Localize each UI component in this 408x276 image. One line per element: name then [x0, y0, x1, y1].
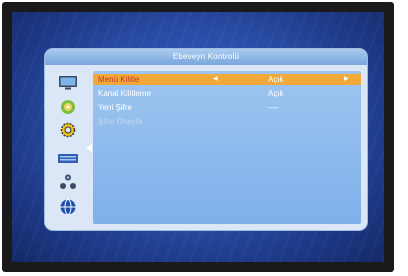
- tv-frame: Ebeveyn Kontrolü Menü Kilitle ◀ Açık ▶ K…: [2, 2, 394, 272]
- keyboard-icon[interactable]: [57, 150, 79, 166]
- new-password-value: ----: [268, 103, 279, 112]
- selection-pointer-icon: [86, 144, 92, 152]
- tv-icon[interactable]: [57, 75, 79, 91]
- channel-lock-label: Kanal Kilitleme: [98, 89, 151, 98]
- gear-icon[interactable]: [57, 122, 79, 138]
- disc-icon[interactable]: [57, 99, 79, 115]
- globe-icon[interactable]: [57, 199, 79, 215]
- new-password-row[interactable]: Yeni Şifre ----: [93, 102, 361, 113]
- network-icon[interactable]: [57, 174, 79, 190]
- right-arrow-icon[interactable]: ▶: [344, 74, 349, 85]
- new-password-label: Yeni Şifre: [98, 103, 132, 112]
- menu-lock-row[interactable]: Menü Kilitle ◀ Açık ▶: [93, 74, 361, 85]
- settings-list: Menü Kilitle ◀ Açık ▶ Kanal Kilitleme Aç…: [93, 71, 361, 224]
- menu-panel: Ebeveyn Kontrolü Menü Kilitle ◀ Açık ▶ K…: [45, 49, 367, 230]
- confirm-password-row: Şifre Onayla: [93, 116, 361, 127]
- category-sidebar: [51, 71, 85, 221]
- menu-title: Ebeveyn Kontrolü: [45, 49, 367, 65]
- confirm-password-label: Şifre Onayla: [98, 117, 143, 126]
- menu-lock-value: Açık: [268, 75, 284, 84]
- tv-screen: Ebeveyn Kontrolü Menü Kilitle ◀ Açık ▶ K…: [12, 12, 384, 262]
- menu-lock-label: Menü Kilitle: [98, 75, 140, 84]
- channel-lock-row[interactable]: Kanal Kilitleme Açık: [93, 88, 361, 99]
- left-arrow-icon[interactable]: ◀: [213, 74, 218, 85]
- channel-lock-value: Açık: [268, 89, 284, 98]
